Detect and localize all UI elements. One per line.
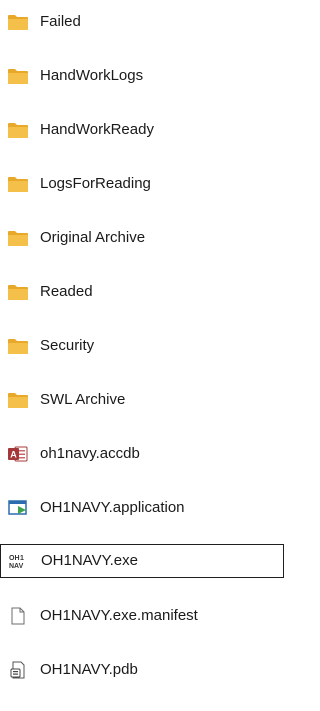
svg-text:1: 1	[20, 555, 24, 562]
folder-icon	[8, 67, 28, 85]
file-row-swl-archive[interactable]: SWL Archive	[0, 383, 284, 417]
file-row-security[interactable]: Security	[0, 329, 284, 363]
file-name: OH1NAVY.application	[40, 499, 185, 516]
file-name: OH1NAVY.exe	[41, 552, 138, 569]
folder-icon	[8, 121, 28, 139]
file-row-readed[interactable]: Readed	[0, 275, 284, 309]
folder-icon	[8, 229, 28, 247]
file-name: oh1navy.accdb	[40, 445, 140, 462]
file-name: Readed	[40, 283, 93, 300]
file-row-original-archive[interactable]: Original Archive	[0, 221, 284, 255]
file-row-oh1navy-application[interactable]: OH1NAVY.application	[0, 491, 284, 525]
file-row-failed[interactable]: Failed	[0, 5, 284, 39]
folder-icon	[8, 283, 28, 301]
file-name: SWL Archive	[40, 391, 126, 408]
svg-text:A: A	[10, 450, 17, 460]
svg-text:OH: OH	[9, 555, 20, 562]
file-row-handworklogs[interactable]: HandWorkLogs	[0, 59, 284, 93]
folder-icon	[8, 391, 28, 409]
blank-file-icon	[8, 607, 28, 625]
file-name: HandWorkLogs	[40, 67, 144, 84]
access-database-icon: A	[8, 445, 28, 463]
file-name: Security	[40, 337, 95, 354]
file-row-oh1navy-pdb[interactable]: OH1NAVY.pdb	[0, 653, 284, 687]
file-row-logsforreading[interactable]: LogsForReading	[0, 167, 284, 201]
file-row-handworkready[interactable]: HandWorkReady	[0, 113, 284, 147]
file-name: Failed	[40, 13, 81, 30]
folder-icon	[8, 13, 28, 31]
file-name: HandWorkReady	[40, 121, 154, 138]
file-name: OH1NAVY.pdb	[40, 661, 138, 678]
file-row-oh1navy-exe[interactable]: OH 1 NAV OH1NAVY.exe	[0, 544, 284, 578]
file-name: OH1NAVY.exe.manifest	[40, 607, 198, 624]
application-manifest-icon	[8, 499, 28, 517]
file-name: LogsForReading	[40, 175, 151, 192]
file-row-oh1navy-exe-manifest[interactable]: OH1NAVY.exe.manifest	[0, 599, 284, 633]
svg-text:NAV: NAV	[9, 563, 24, 570]
file-row-oh1navy-accdb[interactable]: A oh1navy.accdb	[0, 437, 284, 471]
file-list: Failed HandWorkLogs HandWorkReady LogsFo…	[0, 0, 284, 711]
exe-app-icon: OH 1 NAV	[8, 552, 28, 570]
file-name: Original Archive	[40, 229, 146, 246]
pdb-file-icon	[8, 661, 28, 679]
folder-icon	[8, 337, 28, 355]
folder-icon	[8, 175, 28, 193]
